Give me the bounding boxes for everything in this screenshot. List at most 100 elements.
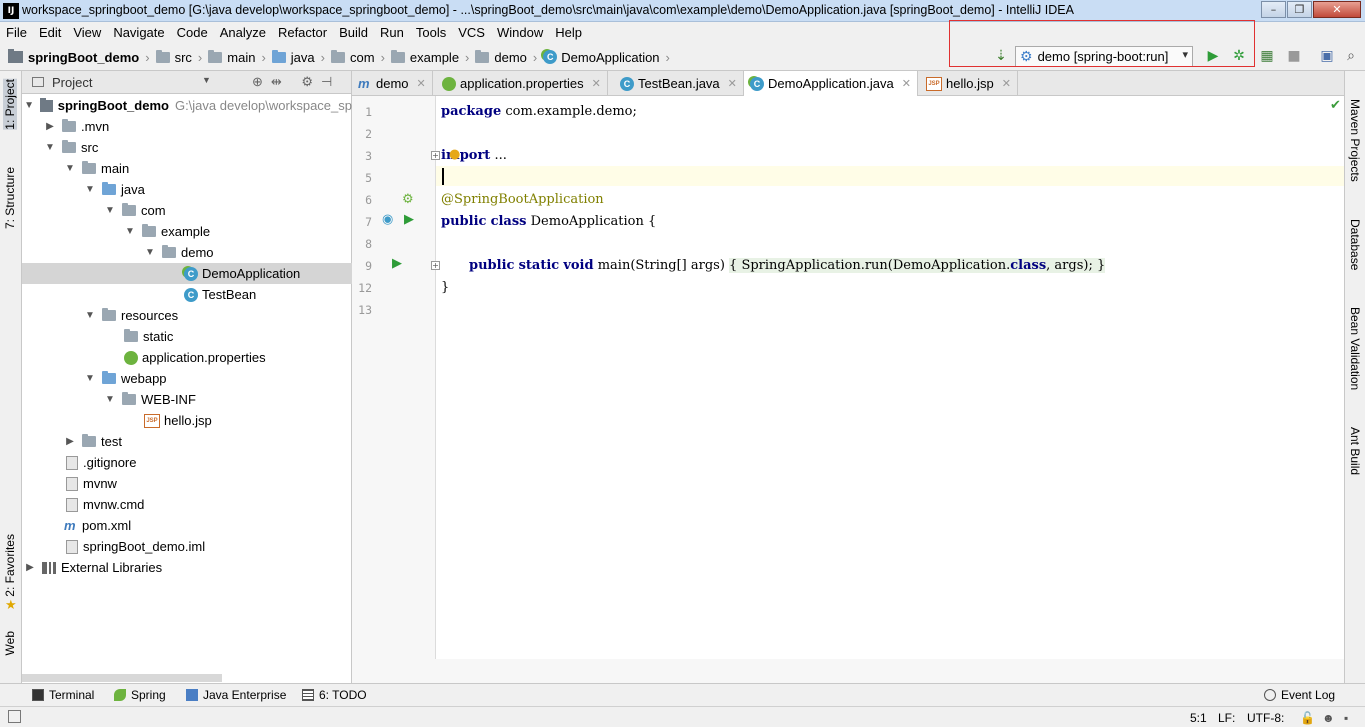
tab-todo[interactable]: 6: TODO [302, 688, 367, 702]
run-icon[interactable]: ▶ [1204, 47, 1222, 65]
tab-bean-validation[interactable]: Bean Validation [1348, 307, 1362, 390]
tree-item-iml[interactable]: springBoot_demo.iml [22, 536, 352, 557]
tab-structure[interactable]: 7: Structure [3, 167, 17, 229]
tab-java-enterprise[interactable]: Java Enterprise [186, 688, 286, 702]
tree-item-mvn[interactable]: ▶ .mvn [22, 116, 352, 137]
code-editor[interactable]: 1 2 3 5 6 7 8 9 12 13 ⚙ ◉ ▶ ▶ + + packag… [352, 96, 1344, 683]
tree-item-mvnw[interactable]: mvnw [22, 473, 352, 494]
tab-event-log[interactable]: Event Log [1264, 688, 1335, 702]
tab-favorites[interactable]: 2: Favorites [3, 534, 17, 597]
tree-item-application-properties[interactable]: application.properties [22, 347, 352, 368]
project-panel-title[interactable]: Project [52, 75, 92, 90]
tree-item-webapp[interactable]: ▼ webapp [22, 368, 352, 389]
crumb-demo[interactable]: demo › [473, 47, 541, 67]
debug-icon[interactable]: ✲ [1230, 47, 1248, 65]
run-icon[interactable]: ▶ [392, 256, 402, 271]
menu-code[interactable]: Code [171, 25, 214, 40]
close-icon[interactable]: ✕ [728, 77, 737, 90]
sort-icon[interactable]: ⇣ [992, 47, 1010, 65]
tab-maven-projects[interactable]: Maven Projects [1348, 99, 1362, 182]
tree-item-pom-xml[interactable]: m pom.xml [22, 515, 352, 536]
tab-application-properties[interactable]: application.properties ✕ [436, 71, 608, 96]
tree-item-java[interactable]: ▼ java [22, 179, 352, 200]
panel-actions[interactable]: ⊕⇹ ⚙⊣ [252, 74, 340, 90]
tree-item-gitignore[interactable]: .gitignore [22, 452, 352, 473]
tab-ant-build[interactable]: Ant Build [1348, 427, 1362, 475]
close-button[interactable]: ✕ [1313, 1, 1361, 18]
spring-bean-icon[interactable]: ⚙ [402, 192, 414, 207]
tab-demoapplication[interactable]: C DemoApplication.java ✕ [744, 71, 918, 96]
close-icon[interactable]: ✕ [1002, 77, 1011, 90]
tree-item-src[interactable]: ▼ src [22, 137, 352, 158]
close-icon[interactable]: ✕ [902, 77, 911, 90]
fold-toggle[interactable]: + [431, 261, 440, 270]
tree-item-main[interactable]: ▼ main [22, 158, 352, 179]
tab-project[interactable]: 1: Project [3, 79, 17, 130]
tree-item-mvnw-cmd[interactable]: mvnw.cmd [22, 494, 352, 515]
crumb-project[interactable]: springBoot_demo › [6, 47, 154, 67]
menu-refactor[interactable]: Refactor [272, 25, 333, 40]
menu-view[interactable]: View [67, 25, 107, 40]
line-number: 12 [358, 281, 372, 295]
tree-item-example[interactable]: ▼ example [22, 221, 352, 242]
tree-item-com[interactable]: ▼ com [22, 200, 352, 221]
crumb-java[interactable]: java › [270, 47, 329, 67]
crumb-src[interactable]: src › [154, 47, 207, 67]
coverage-icon[interactable]: ▦ [1258, 47, 1276, 65]
caret-position[interactable]: 5:1 [1190, 711, 1207, 725]
tab-spring[interactable]: Spring [114, 688, 166, 702]
crumb-com[interactable]: com › [329, 47, 389, 67]
tree-item-project-root[interactable]: ▼ springBoot_demo G:\java develop\workspac… [22, 95, 352, 116]
tab-demo[interactable]: m demo ✕ [352, 71, 433, 96]
menu-tools[interactable]: Tools [410, 25, 452, 40]
search-icon[interactable]: ⌕ [1342, 47, 1360, 65]
menu-build[interactable]: Build [333, 25, 374, 40]
tree-item-resources[interactable]: ▼ resources [22, 305, 352, 326]
minimize-button[interactable]: – [1261, 1, 1286, 18]
spring-class-icon[interactable]: ◉ [382, 212, 393, 227]
project-structure-icon[interactable]: ▣ [1318, 47, 1336, 65]
fold-toggle[interactable]: + [431, 151, 440, 160]
menu-window[interactable]: Window [491, 25, 549, 40]
run-configuration-select[interactable]: ⚙ demo [spring-boot:run] ▾ [1015, 46, 1193, 67]
file-encoding[interactable]: UTF-8: [1247, 711, 1284, 725]
tab-web[interactable]: Web [3, 631, 17, 655]
close-icon[interactable]: ✕ [592, 77, 601, 90]
run-icon[interactable]: ▶ [404, 212, 414, 227]
menu-edit[interactable]: Edit [33, 25, 67, 40]
tree-item-static[interactable]: static [22, 326, 352, 347]
menu-navigate[interactable]: Navigate [107, 25, 170, 40]
tree-item-demo[interactable]: ▼ demo [22, 242, 352, 263]
maximize-button[interactable]: ❐ [1287, 1, 1312, 18]
package-icon [162, 245, 176, 258]
stop-icon[interactable]: ■ [1285, 47, 1303, 65]
lightbulb-icon[interactable]: ● [449, 147, 460, 162]
lock-icon[interactable]: 🔓 [1300, 711, 1315, 725]
crumb-main[interactable]: main › [206, 47, 270, 67]
folder-icon [82, 161, 96, 174]
menu-help[interactable]: Help [549, 25, 588, 40]
menu-analyze[interactable]: Analyze [214, 25, 272, 40]
tree-item-testbean[interactable]: C TestBean [22, 284, 352, 305]
chevron-down-icon[interactable]: ▼ [202, 75, 211, 85]
menu-vcs[interactable]: VCS [452, 25, 491, 40]
tab-hello-jsp[interactable]: JSP hello.jsp ✕ [920, 71, 1018, 96]
menu-run[interactable]: Run [374, 25, 410, 40]
close-icon[interactable]: ✕ [417, 77, 426, 90]
horizontal-scrollbar[interactable] [22, 674, 222, 682]
tree-item-web-inf[interactable]: ▼ WEB-INF [22, 389, 352, 410]
tab-terminal[interactable]: Terminal [32, 688, 94, 702]
tree-item-test[interactable]: ▶ test [22, 431, 352, 452]
menu-file[interactable]: File [0, 25, 33, 40]
tab-testbean[interactable]: C TestBean.java ✕ [614, 71, 744, 96]
line-separator[interactable]: LF: [1218, 711, 1235, 725]
tab-database[interactable]: Database [1348, 219, 1362, 270]
inspector-icon[interactable]: ☻ [1322, 711, 1335, 725]
tree-item-external-libraries[interactable]: ▶ External Libraries [22, 557, 352, 578]
tree-item-hello-jsp[interactable]: JSP hello.jsp [22, 410, 352, 431]
crumb-example[interactable]: example › [389, 47, 473, 67]
tree-item-demoapplication[interactable]: C DemoApplication [22, 263, 352, 284]
crumb-demoapplication[interactable]: C DemoApplication › [541, 47, 674, 67]
tool-windows-toggle-icon[interactable] [8, 710, 21, 723]
notifications-icon[interactable]: ▪ [1344, 711, 1348, 725]
